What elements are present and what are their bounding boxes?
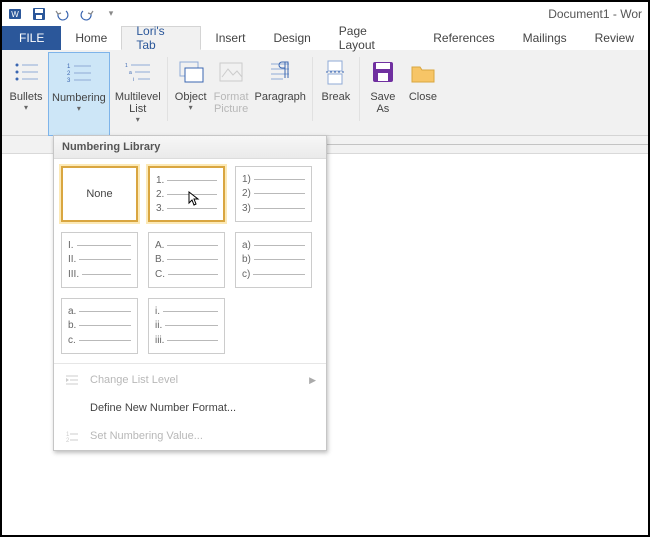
format-picture-label: Format Picture xyxy=(214,91,249,115)
chevron-down-icon: ▾ xyxy=(77,105,81,114)
save-as-button[interactable]: Save As xyxy=(363,53,403,135)
menu-separator xyxy=(54,363,326,364)
none-label: None xyxy=(86,188,112,200)
numbering-tile-lower-alpha-paren[interactable]: a) b) c) xyxy=(235,232,312,288)
tab-home[interactable]: Home xyxy=(61,26,121,50)
numbering-tile-lower-alpha-dot[interactable]: a. b. c. xyxy=(61,298,138,354)
bullets-icon xyxy=(9,55,43,89)
tab-insert[interactable]: Insert xyxy=(201,26,259,50)
page-break-icon xyxy=(319,55,353,89)
tab-page-layout[interactable]: Page Layout xyxy=(325,26,419,50)
save-as-label: Save As xyxy=(370,91,395,115)
multilevel-label: Multilevel List xyxy=(115,91,161,115)
svg-text:1: 1 xyxy=(67,64,71,70)
undo-icon[interactable] xyxy=(52,4,74,24)
qat-customize-icon[interactable]: ▾ xyxy=(100,4,122,24)
numbering-label: Numbering xyxy=(52,92,106,104)
save-icon[interactable] xyxy=(28,4,50,24)
svg-text:a: a xyxy=(129,70,132,76)
chevron-right-icon: ▶ xyxy=(309,375,316,386)
tab-file[interactable]: FILE xyxy=(2,26,61,50)
numbering-tile-decimal-paren[interactable]: 1) 2) 3) xyxy=(235,166,312,222)
numbering-button[interactable]: 123 Numbering▾ xyxy=(48,52,110,136)
numbering-dropdown: Numbering Library None 1. 2. 3. 1) 2) 3)… xyxy=(53,135,327,451)
word-app-icon[interactable]: W xyxy=(4,4,26,24)
tab-review[interactable]: Review xyxy=(581,26,648,50)
tab-mailings[interactable]: Mailings xyxy=(509,26,581,50)
multilevel-list-icon: 1ai xyxy=(121,55,155,89)
set-numbering-value-item: 12 Set Numbering Value... xyxy=(54,422,326,450)
ribbon: Bullets▾ 123 Numbering▾ 1ai Multilevel L… xyxy=(2,50,648,136)
chevron-down-icon: ▾ xyxy=(189,104,193,113)
numbering-tile-upper-alpha[interactable]: A. B. C. xyxy=(148,232,225,288)
close-folder-icon xyxy=(406,55,440,89)
document-title: Document1 - Wor xyxy=(548,7,646,21)
svg-text:i: i xyxy=(133,77,134,83)
set-value-label: Set Numbering Value... xyxy=(90,430,203,442)
paragraph-label: Paragraph xyxy=(255,91,306,103)
svg-text:2: 2 xyxy=(67,71,71,77)
format-picture-icon xyxy=(214,55,248,89)
ribbon-separator xyxy=(167,57,168,121)
bullets-button[interactable]: Bullets▾ xyxy=(6,53,46,135)
object-button[interactable]: Object▾ xyxy=(171,53,211,135)
redo-icon[interactable] xyxy=(76,4,98,24)
ribbon-tabs: FILE Home Lori's Tab Insert Design Page … xyxy=(2,26,648,50)
change-list-level-label: Change List Level xyxy=(90,374,178,386)
numbering-library-grid: None 1. 2. 3. 1) 2) 3) I. II. III. A. B.… xyxy=(54,159,326,361)
svg-text:1: 1 xyxy=(125,63,128,69)
tab-design[interactable]: Design xyxy=(259,26,324,50)
close-button[interactable]: Close xyxy=(403,53,443,135)
tab-loris-tab[interactable]: Lori's Tab xyxy=(121,26,201,50)
define-new-number-format-item[interactable]: Define New Number Format... xyxy=(54,394,326,422)
save-as-icon xyxy=(366,55,400,89)
tab-references[interactable]: References xyxy=(419,26,508,50)
define-new-label: Define New Number Format... xyxy=(90,402,236,414)
object-icon xyxy=(174,55,208,89)
numbering-tile-decimal-dot[interactable]: 1. 2. 3. xyxy=(148,166,225,222)
format-picture-button: Format Picture xyxy=(211,53,252,135)
svg-text:W: W xyxy=(11,10,19,19)
svg-text:3: 3 xyxy=(67,78,71,84)
numbering-tile-none[interactable]: None xyxy=(61,166,138,222)
bullets-label: Bullets xyxy=(9,91,42,103)
numbering-icon: 123 xyxy=(62,56,96,90)
quick-access-toolbar: W ▾ xyxy=(4,4,122,24)
indent-icon xyxy=(64,372,80,388)
change-list-level-item: Change List Level ▶ xyxy=(54,366,326,394)
multilevel-list-button[interactable]: 1ai Multilevel List▾ xyxy=(112,53,164,135)
break-label: Break xyxy=(322,91,351,103)
title-bar: W ▾ Document1 - Wor xyxy=(2,2,648,26)
paragraph-icon xyxy=(263,55,297,89)
chevron-down-icon: ▾ xyxy=(24,104,28,113)
close-label: Close xyxy=(409,91,437,103)
object-label: Object xyxy=(175,91,207,103)
numbering-tile-upper-roman[interactable]: I. II. III. xyxy=(61,232,138,288)
ribbon-separator xyxy=(359,57,360,121)
numbering-library-header: Numbering Library xyxy=(54,136,326,159)
blank-icon xyxy=(64,400,80,416)
paragraph-button[interactable]: Paragraph xyxy=(252,53,309,135)
break-button[interactable]: Break xyxy=(316,53,356,135)
ribbon-separator xyxy=(312,57,313,121)
numbering-tile-lower-roman[interactable]: i. ii. iii. xyxy=(148,298,225,354)
chevron-down-icon: ▾ xyxy=(136,116,140,125)
set-value-icon: 12 xyxy=(64,428,80,444)
svg-text:2: 2 xyxy=(66,438,70,442)
